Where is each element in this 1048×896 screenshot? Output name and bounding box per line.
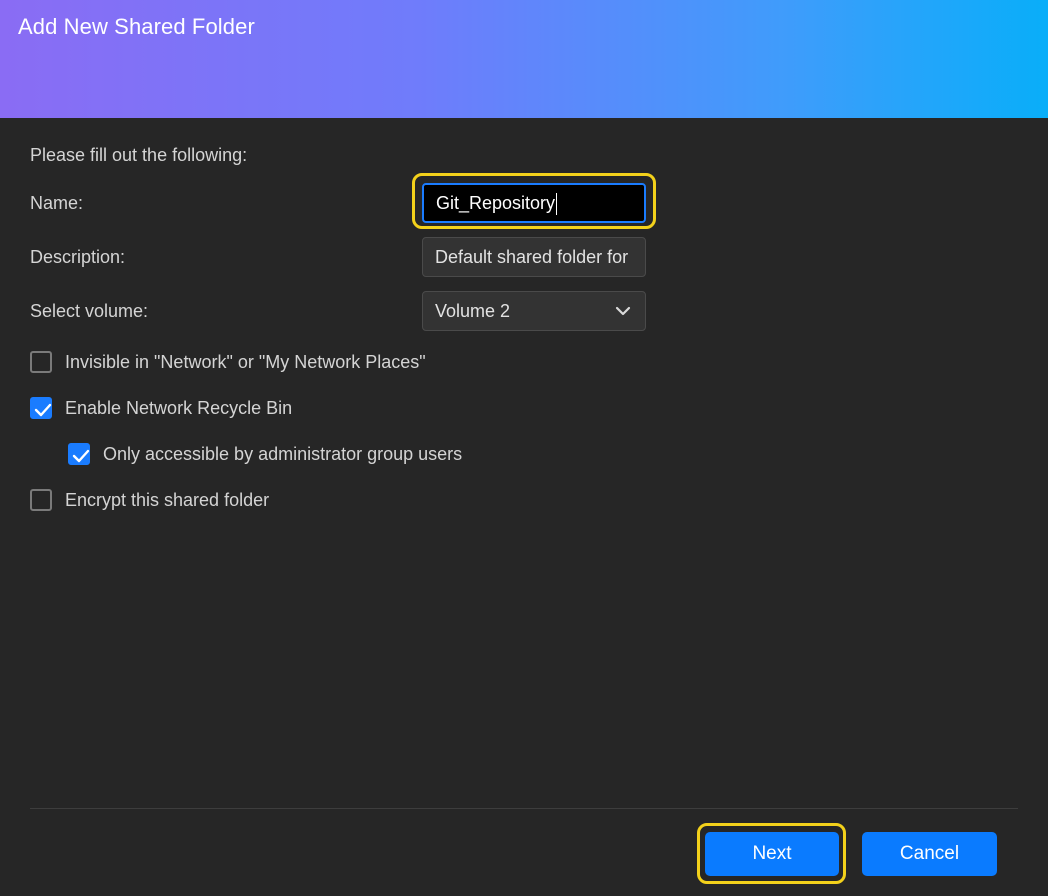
next-button[interactable]: Next: [705, 832, 839, 876]
checkbox-invisible-network[interactable]: [30, 351, 52, 373]
checkbox-recycle-bin[interactable]: [30, 397, 52, 419]
form-intro-text: Please fill out the following:: [30, 145, 248, 165]
checkbox-admin-only[interactable]: [68, 443, 90, 465]
text-caret: [556, 193, 558, 216]
description-input-value: Default shared folder for: [435, 247, 629, 267]
footer-divider: [30, 808, 1018, 809]
option-admin-only[interactable]: Only accessible by administrator group u…: [68, 440, 462, 468]
option-encrypt[interactable]: Encrypt this shared folder: [30, 486, 269, 514]
option-invisible-network[interactable]: Invisible in "Network" or "My Network Pl…: [30, 348, 426, 376]
name-label: Name:: [30, 193, 84, 213]
option-admin-only-label: Only accessible by administrator group u…: [103, 443, 463, 464]
volume-label: Select volume:: [30, 301, 149, 321]
option-recycle-bin[interactable]: Enable Network Recycle Bin: [30, 394, 292, 422]
cancel-button[interactable]: Cancel: [862, 832, 997, 876]
volume-select-value: Volume 2: [435, 301, 511, 321]
description-label: Description:: [30, 247, 126, 267]
chevron-down-icon: [615, 306, 631, 316]
checkbox-encrypt[interactable]: [30, 489, 52, 511]
option-invisible-network-label: Invisible in "Network" or "My Network Pl…: [65, 351, 426, 372]
description-input[interactable]: Default shared folder for: [422, 237, 646, 277]
option-encrypt-label: Encrypt this shared folder: [65, 489, 270, 510]
name-input[interactable]: Git_Repository: [422, 183, 646, 223]
name-input-value: Git_Repository: [436, 193, 556, 213]
volume-select[interactable]: Volume 2: [422, 291, 646, 331]
add-shared-folder-dialog: Add New Shared Folder Please fill out th…: [0, 0, 1048, 896]
option-recycle-bin-label: Enable Network Recycle Bin: [65, 397, 293, 418]
dialog-title: Add New Shared Folder: [18, 14, 255, 39]
dialog-header: Add New Shared Folder: [0, 0, 1048, 118]
checkmark-icon: [72, 449, 90, 463]
checkmark-icon: [34, 403, 52, 417]
